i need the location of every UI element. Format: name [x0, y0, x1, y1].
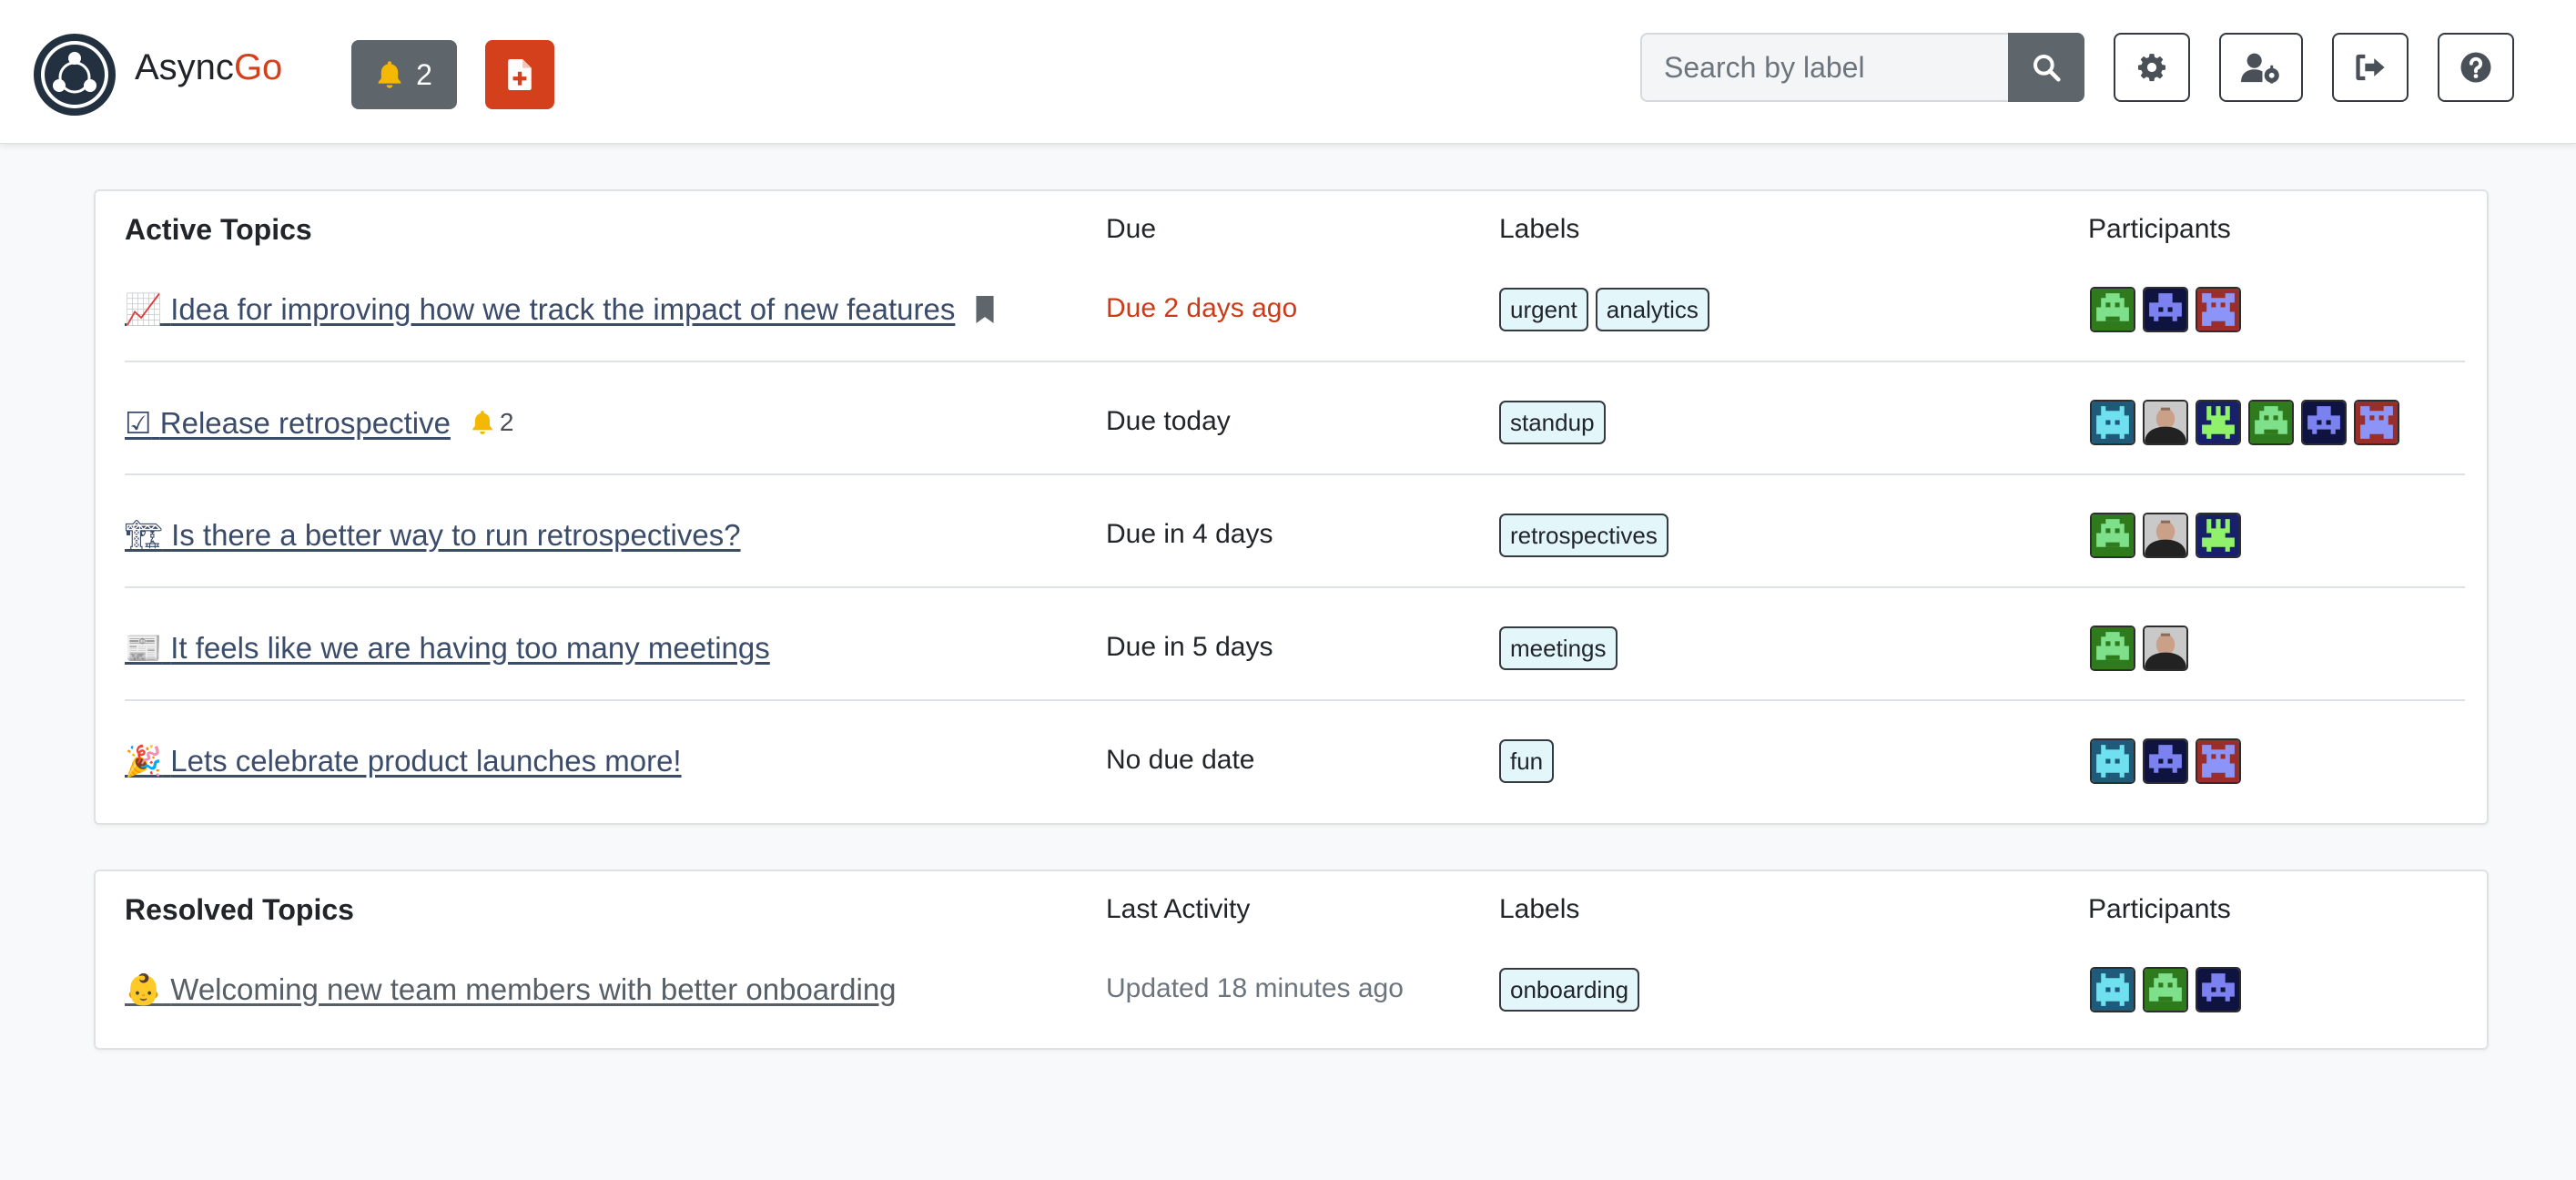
topic-notification-count: 2 [471, 408, 514, 437]
row-divider [125, 586, 2465, 588]
topic-link[interactable]: 👶 Welcoming new team members with better… [125, 972, 897, 1008]
due-date: Due today [1106, 406, 1231, 436]
topic-link[interactable]: 📈 Idea for improving how we track the im… [125, 292, 955, 328]
avatar [2143, 513, 2188, 558]
avatar [2090, 738, 2135, 784]
new-topic-button[interactable] [485, 40, 554, 109]
user-settings-button[interactable] [2219, 33, 2303, 102]
labels-column-header: Labels [1499, 214, 1580, 244]
label-tag[interactable]: urgent [1499, 288, 1588, 331]
resolved-topics-title: Resolved Topics [125, 893, 354, 926]
last-activity: Updated 18 minutes ago [1106, 973, 1404, 1003]
bell-icon [378, 61, 401, 88]
label-tag[interactable]: fun [1499, 739, 1555, 783]
last-activity-column-header: Last Activity [1106, 894, 1251, 924]
avatar [2196, 513, 2241, 558]
row-divider [125, 699, 2465, 701]
avatar [2196, 967, 2241, 1012]
row-divider [125, 473, 2465, 475]
search-input[interactable] [1640, 33, 2010, 102]
active-topics-card: Active Topics Due Labels Participants 📈 … [94, 189, 2489, 825]
due-date: Due 2 days ago [1106, 293, 1298, 323]
avatar [2143, 287, 2188, 332]
avatar [2090, 287, 2135, 332]
help-button[interactable] [2438, 33, 2514, 102]
participants-column-header: Participants [2088, 214, 2231, 244]
labels-column-header: Labels [1499, 894, 1580, 924]
avatar [2090, 513, 2135, 558]
participants [2090, 366, 2399, 479]
topic-row: 📈 Idea for improving how we track the im… [96, 253, 2487, 366]
navbar: AsyncGo 2 [0, 0, 2576, 144]
avatar [2090, 967, 2135, 1012]
label-tag[interactable]: meetings [1499, 626, 1618, 670]
notifications-button[interactable]: 2 [351, 40, 457, 109]
bookmark-icon[interactable] [975, 296, 995, 323]
topic-row: ☑ Release retrospective 2 Due today stan… [96, 366, 2487, 479]
avatar [2196, 400, 2241, 445]
participants [2090, 705, 2241, 818]
logout-button[interactable] [2332, 33, 2409, 102]
due-date: No due date [1106, 745, 1255, 775]
participants-column-header: Participants [2088, 894, 2231, 924]
sign-out-icon [2356, 54, 2385, 81]
avatar [2301, 400, 2347, 445]
topic-link[interactable]: 🏗 Is there a better way to run retrospec… [125, 518, 741, 554]
active-topics-title: Active Topics [125, 213, 312, 246]
resolved-topics-card: Resolved Topics Last Activity Labels Par… [94, 870, 2489, 1050]
participants [2090, 479, 2241, 592]
avatar [2354, 400, 2399, 445]
brand-name[interactable]: AsyncGo [135, 44, 282, 91]
avatar [2143, 738, 2188, 784]
avatar [2143, 400, 2188, 445]
avatar [2090, 626, 2135, 671]
settings-button[interactable] [2114, 33, 2190, 102]
search-icon [2033, 55, 2061, 82]
due-column-header: Due [1106, 214, 1157, 244]
bell-icon [472, 411, 492, 434]
topic-link[interactable]: ☑ Release retrospective [125, 405, 451, 441]
notification-count: 2 [416, 57, 432, 91]
avatar [2196, 287, 2241, 332]
gear-icon [2137, 54, 2166, 82]
row-divider [125, 361, 2465, 362]
participants [2090, 592, 2188, 705]
due-date: Due in 4 days [1106, 519, 1273, 549]
due-date: Due in 5 days [1106, 632, 1273, 662]
topic-link[interactable]: 📰 It feels like we are having too many m… [125, 631, 770, 666]
topic-row: 🎉 Lets celebrate product launches more! … [96, 705, 2487, 818]
participants [2090, 253, 2241, 366]
avatar [2143, 967, 2188, 1012]
label-tag[interactable]: standup [1499, 401, 1606, 444]
avatar [2090, 400, 2135, 445]
file-plus-icon [508, 59, 532, 90]
label-tag[interactable]: retrospectives [1499, 514, 1668, 557]
label-tag[interactable]: analytics [1595, 288, 1709, 331]
participants [2090, 933, 2241, 1046]
asyncgo-logo[interactable] [33, 33, 117, 117]
avatar [2248, 400, 2294, 445]
topic-row: 🏗 Is there a better way to run retrospec… [96, 479, 2487, 592]
topic-row: 👶 Welcoming new team members with better… [96, 933, 2487, 1046]
label-tag[interactable]: onboarding [1499, 968, 1640, 1012]
topic-link[interactable]: 🎉 Lets celebrate product launches more! [125, 744, 682, 779]
avatar [2143, 626, 2188, 671]
search-button[interactable] [2008, 33, 2084, 102]
topic-row: 📰 It feels like we are having too many m… [96, 592, 2487, 705]
user-gear-icon [2241, 53, 2279, 84]
avatar [2196, 738, 2241, 784]
question-circle-icon [2460, 52, 2491, 83]
